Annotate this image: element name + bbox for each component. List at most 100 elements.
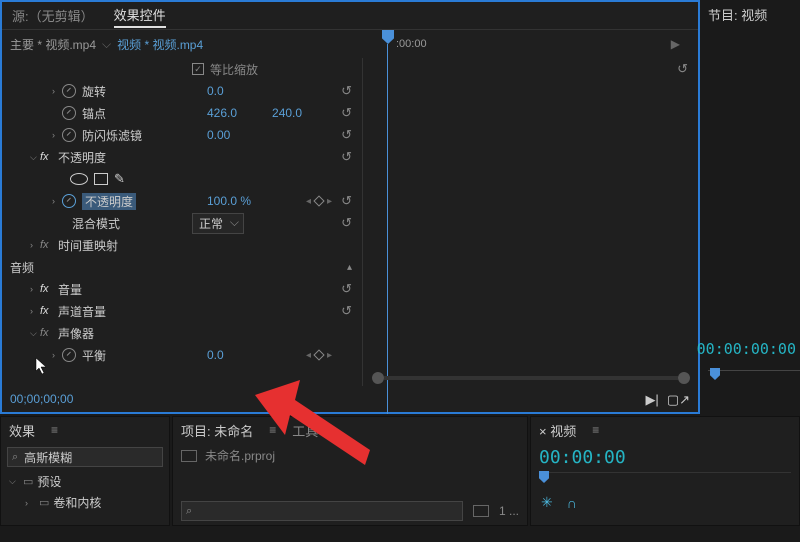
ellipse-mask-icon[interactable] (70, 173, 88, 185)
magnet-icon[interactable]: ∩ (567, 495, 577, 511)
project-filename: 未命名.prproj (205, 447, 275, 464)
timeline-scrollbar[interactable] (372, 372, 690, 384)
stopwatch-icon[interactable] (62, 106, 76, 120)
reset-icon[interactable]: ↺ (341, 127, 352, 143)
expand-arrow-icon[interactable]: › (52, 130, 62, 140)
folder-icon: ▭ (23, 475, 33, 488)
collapse-icon[interactable]: ▴ (347, 262, 352, 273)
antiflicker-value[interactable]: 0.00 (207, 128, 230, 142)
fx-icon[interactable]: fx (40, 151, 54, 163)
stopwatch-icon[interactable] (62, 194, 76, 208)
expand-arrow-icon[interactable]: › (30, 284, 40, 294)
stopwatch-icon[interactable] (62, 84, 76, 98)
audio-section-label: 音频 (10, 259, 34, 276)
export-frame-icon[interactable]: ▢↗ (667, 392, 690, 408)
expand-arrow-icon[interactable]: › (52, 86, 62, 96)
mini-timeline-ruler[interactable]: :00:00 (372, 30, 698, 58)
panel-menu-icon[interactable]: ≡ (269, 423, 276, 437)
keyframe-nav: ◂ ▸ (306, 196, 332, 207)
timeline-timecode[interactable]: 00:00:00 (531, 443, 799, 472)
expand-arrow-icon[interactable]: › (52, 196, 62, 206)
timecode-display[interactable]: 00;00;00;00 (2, 386, 698, 412)
rotation-value[interactable]: 0.0 (207, 84, 224, 98)
sequence-clip-label[interactable]: 视频 * 视频.mp4 (117, 36, 203, 53)
reset-icon[interactable]: ↺ (341, 303, 352, 319)
snap-icon[interactable]: ✳ (541, 494, 553, 511)
mask-shape-buttons: ✎ (2, 168, 362, 190)
anchor-y-value[interactable]: 240.0 (272, 106, 302, 120)
next-keyframe-icon[interactable]: ▸ (327, 196, 332, 207)
stopwatch-icon[interactable] (62, 348, 76, 362)
program-timecode[interactable]: 00:00:00:00 (697, 340, 796, 358)
time-remap-row[interactable]: › fx 时间重映射 (2, 234, 362, 256)
blend-mode-dropdown[interactable]: 正常 (192, 213, 244, 234)
scroll-handle-right[interactable] (678, 372, 690, 384)
playback-buttons: ▶| ▢↗ (645, 392, 690, 408)
play-to-out-icon[interactable]: ▶| (645, 392, 658, 408)
opacity-section-label: 不透明度 (58, 149, 106, 166)
next-keyframe-icon[interactable]: ▸ (327, 350, 332, 361)
add-keyframe-icon[interactable] (313, 349, 324, 360)
preset-folder[interactable]: ⌵ ▭ 预设 (1, 471, 169, 492)
pen-mask-icon[interactable]: ✎ (114, 171, 125, 187)
keyframe-timeline-area[interactable] (362, 58, 698, 386)
tab-tools[interactable]: 工具 (292, 421, 318, 440)
effect-controls-panel: 源:（无剪辑） 效果控件 主要 * 视频.mp4 ⌵ 视频 * 视频.mp4 ▶… (0, 0, 700, 414)
balance-row: › 平衡 0.0 ◂ ▸ (2, 344, 362, 366)
scroll-handle-left[interactable] (372, 372, 384, 384)
reset-icon[interactable]: ↺ (341, 193, 352, 209)
item-count: 1 ... (499, 504, 519, 518)
channel-volume-row[interactable]: › fx 声道音量 ↺ (2, 300, 362, 322)
fx-icon[interactable]: fx (40, 327, 54, 339)
opacity-section-row[interactable]: ⌵ fx 不透明度 ↺ (2, 146, 362, 168)
uniform-scale-checkbox[interactable]: ✓ (192, 63, 204, 75)
fx-icon[interactable]: fx (40, 305, 54, 317)
effects-panel: 效果 ≡ ⌕ × ⌵ ▭ 预设 › ▭ 卷和内核 (0, 416, 170, 526)
tab-source[interactable]: 源:（无剪辑） (12, 4, 94, 27)
kernel-folder[interactable]: › ▭ 卷和内核 (1, 492, 169, 513)
anchor-x-value[interactable]: 426.0 (207, 106, 237, 120)
reset-icon[interactable]: ↺ (341, 215, 352, 231)
tab-project[interactable]: 项目: 未命名 (181, 421, 253, 440)
reset-icon[interactable]: ↺ (341, 149, 352, 165)
tab-effects[interactable]: 效果 (9, 421, 35, 440)
balance-value[interactable]: 0.0 (207, 348, 224, 362)
fx-icon[interactable]: fx (40, 239, 54, 251)
prev-keyframe-icon[interactable]: ◂ (306, 196, 311, 207)
reset-icon[interactable]: ↺ (341, 105, 352, 121)
chevron-down-icon[interactable]: ⌵ (30, 328, 40, 339)
blend-label: 混合模式 (72, 215, 120, 232)
timeline-ruler[interactable] (539, 472, 791, 492)
prev-keyframe-icon[interactable]: ◂ (306, 350, 311, 361)
tab-sequence[interactable]: × 视频 (539, 421, 576, 440)
expand-arrow-icon[interactable]: › (52, 350, 62, 360)
opacity-value[interactable]: 100.0 % (207, 194, 251, 208)
panel-tabs: 源:（无剪辑） 效果控件 (2, 2, 698, 30)
channel-volume-label: 声道音量 (58, 303, 106, 320)
rect-mask-icon[interactable] (94, 173, 108, 185)
add-keyframe-icon[interactable] (313, 195, 324, 206)
panel-menu-icon[interactable]: ≡ (51, 423, 58, 437)
reset-icon[interactable]: ↺ (341, 281, 352, 297)
project-search[interactable]: ⌕ (181, 501, 463, 521)
panner-row[interactable]: ⌵ fx 声像器 (2, 322, 362, 344)
uniform-scale-row: ✓ 等比缩放 ↺ (2, 58, 362, 80)
volume-row[interactable]: › fx 音量 ↺ (2, 278, 362, 300)
effects-search[interactable]: ⌕ × (7, 447, 163, 467)
program-ruler[interactable] (708, 370, 800, 386)
audio-section-row[interactable]: 音频 ▴ (2, 256, 362, 278)
stopwatch-icon[interactable] (62, 128, 76, 142)
chevron-down-icon[interactable]: ⌵ (30, 152, 40, 163)
expand-arrow-icon[interactable]: › (30, 240, 40, 250)
effects-search-input[interactable] (24, 450, 179, 464)
project-search-input[interactable] (198, 504, 458, 518)
anchor-row: 锚点 426.0 240.0 ↺ (2, 102, 362, 124)
expand-arrow-icon[interactable]: › (30, 306, 40, 316)
fx-icon[interactable]: fx (40, 283, 54, 295)
bin-icon[interactable] (473, 505, 489, 517)
tab-program[interactable]: 节目: 视频 (700, 0, 800, 28)
master-clip-label[interactable]: 主要 * 视频.mp4 (10, 36, 96, 53)
reset-icon[interactable]: ↺ (341, 83, 352, 99)
panel-menu-icon[interactable]: ≡ (592, 423, 599, 437)
tab-effect-controls[interactable]: 效果控件 (114, 3, 166, 28)
